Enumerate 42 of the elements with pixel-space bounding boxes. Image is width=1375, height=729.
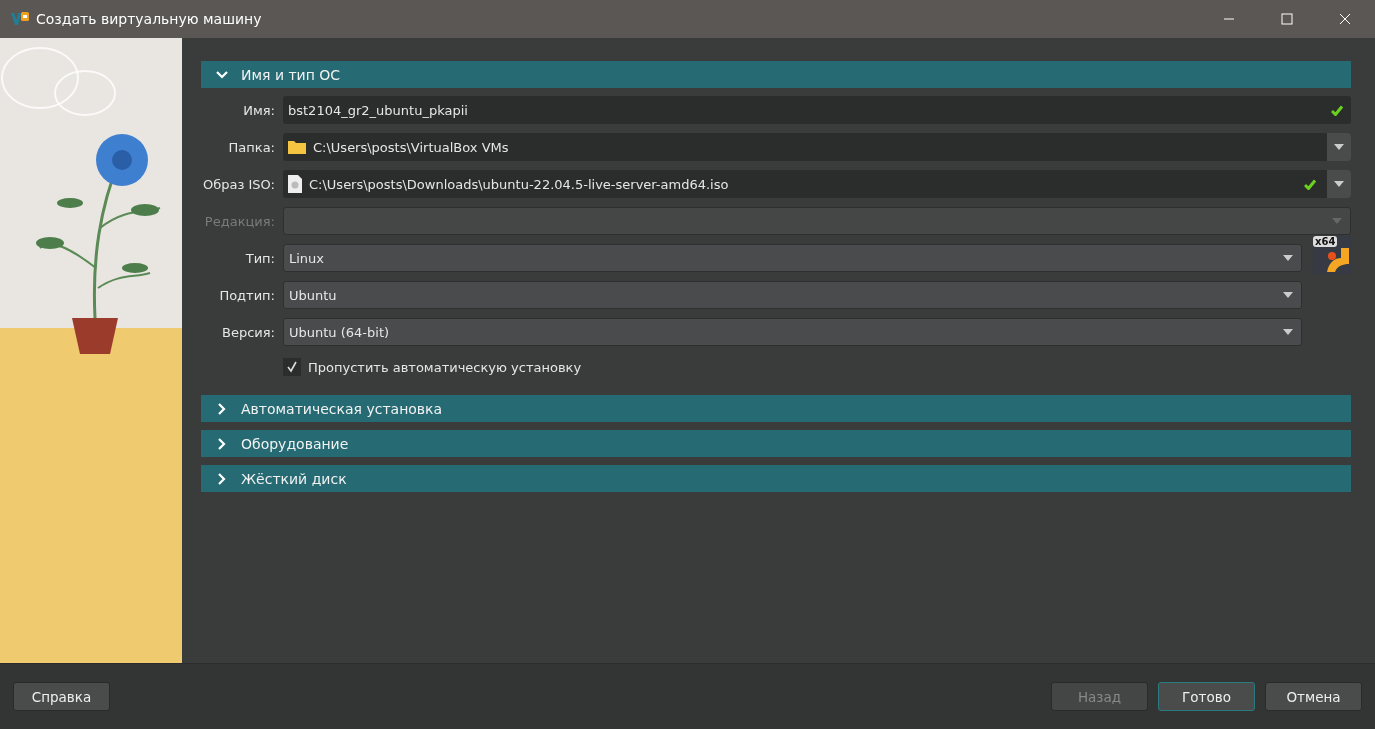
field-label: Тип: <box>244 250 275 266</box>
field-label: Папка: <box>227 139 275 155</box>
caret-icon <box>1332 218 1342 224</box>
dropdown[interactable]: Linux <box>283 244 1302 272</box>
input-field[interactable]: bst2104_gr2_ubuntu_pkapii <box>283 96 1351 124</box>
skip-unattended-checkbox[interactable]: Пропустить автоматическую установку <box>283 358 582 376</box>
folder-icon <box>288 140 306 154</box>
os-icon: x64 <box>1313 236 1351 274</box>
dropdown[interactable]: Ubuntu (64-bit) <box>283 318 1302 346</box>
app-icon <box>10 10 30 28</box>
field-label: Версия: <box>221 324 275 340</box>
caret-icon <box>1334 144 1344 150</box>
field-value: C:\Users\posts\Downloads\ubuntu-22.04.5-live-server-amd64.iso <box>309 176 729 192</box>
checkmark-icon <box>1331 104 1343 116</box>
dropdown-button[interactable] <box>1327 170 1351 198</box>
dropdown[interactable]: Ubuntu <box>283 281 1302 309</box>
close-icon[interactable] <box>1339 13 1351 25</box>
dialog-button[interactable]: Справка <box>13 682 110 711</box>
caret-icon <box>1334 181 1344 187</box>
maximize-icon[interactable] <box>1281 13 1293 25</box>
field-label: Подтип: <box>218 287 275 303</box>
field-label: Образ ISO: <box>202 176 275 192</box>
checkmark-icon <box>286 361 298 373</box>
caret-icon <box>1283 255 1293 261</box>
field-label: Имя: <box>242 102 275 118</box>
input-field[interactable]: C:\Users\posts\Downloads\ubuntu-22.04.5-live-server-amd64.iso <box>283 170 1351 198</box>
field-label: Редакция: <box>203 213 275 229</box>
disc-file-icon <box>288 175 302 193</box>
section-header[interactable]: Жёсткий диск <box>201 465 1351 492</box>
field-value: C:\Users\posts\VirtualBox VMs <box>313 139 509 155</box>
input-field[interactable]: C:\Users\posts\VirtualBox VMs <box>283 133 1351 161</box>
caret-icon <box>1283 292 1293 298</box>
checkmark-icon <box>1304 178 1316 190</box>
dialog-button[interactable]: Отмена <box>1265 682 1362 711</box>
field-value: bst2104_gr2_ubuntu_pkapii <box>288 102 468 118</box>
section-header[interactable]: Автоматическая установка <box>201 395 1351 422</box>
dialog-button[interactable]: Готово <box>1158 682 1255 711</box>
window-title: Создать виртуальную машину <box>36 11 262 27</box>
section-header[interactable]: Оборудование <box>201 430 1351 457</box>
dropdown-button[interactable] <box>1327 133 1351 161</box>
section-header[interactable]: Имя и тип ОС <box>201 61 1351 88</box>
caret-icon <box>1283 329 1293 335</box>
